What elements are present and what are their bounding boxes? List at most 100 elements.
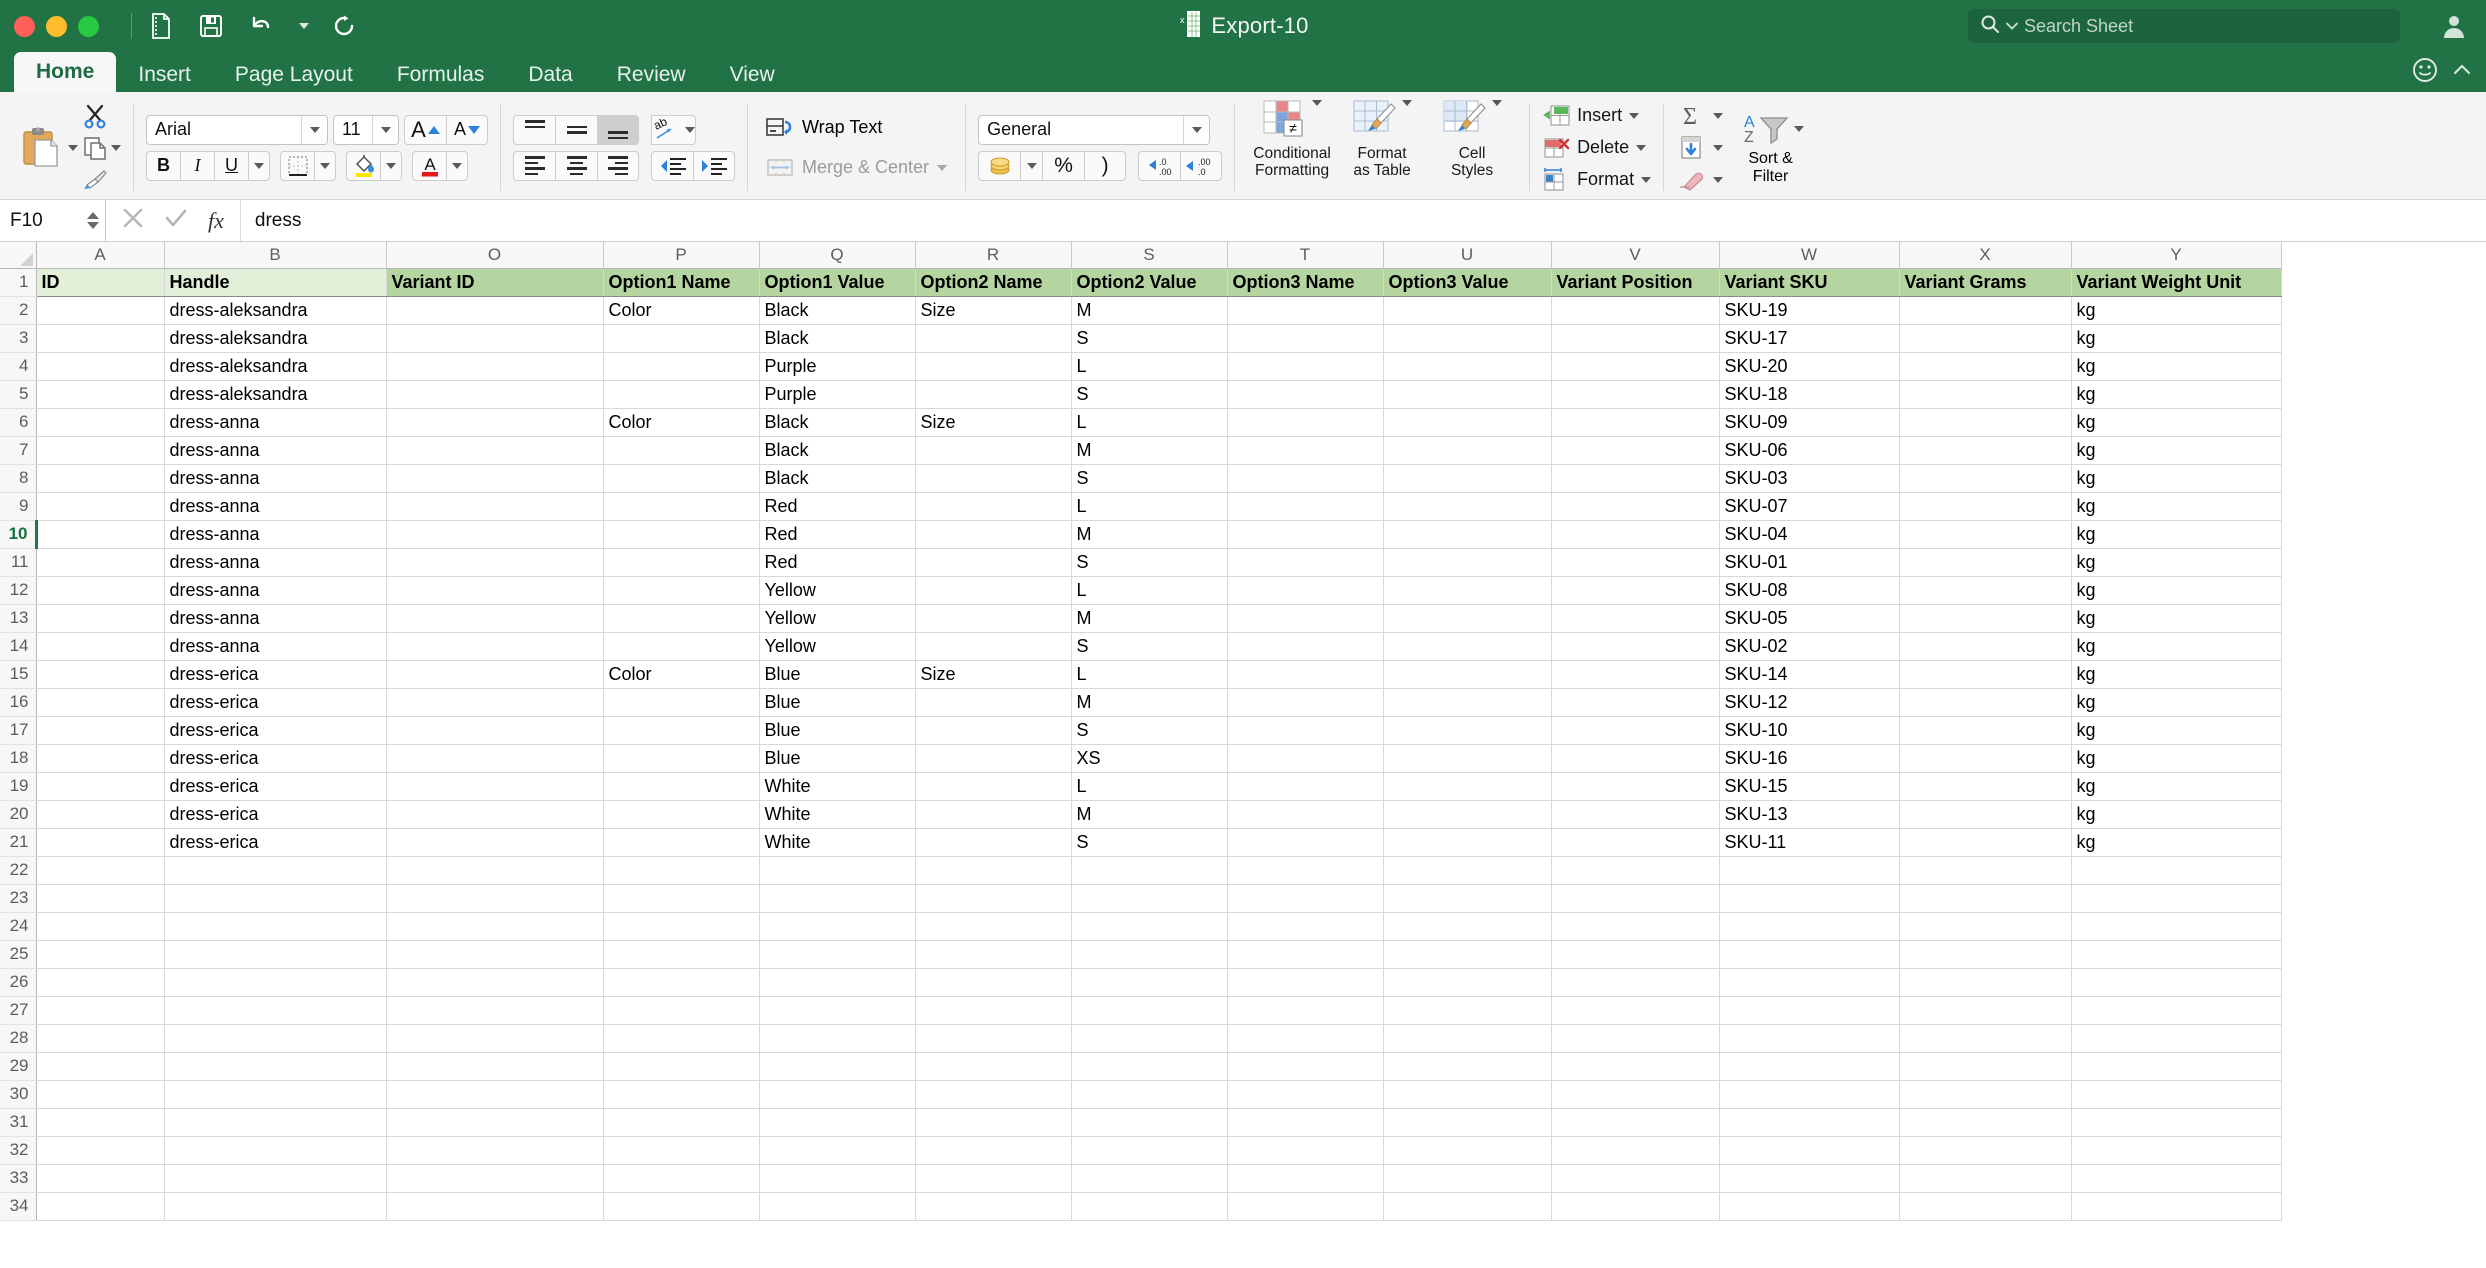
cell-X25[interactable] <box>1899 940 2071 968</box>
cell-S9[interactable]: L <box>1071 492 1227 520</box>
cell-A19[interactable] <box>36 772 164 800</box>
align-bottom-button[interactable] <box>597 115 639 145</box>
cell-O14[interactable] <box>386 632 603 660</box>
cell-U25[interactable] <box>1383 940 1551 968</box>
cell-O13[interactable] <box>386 604 603 632</box>
cell-S14[interactable]: S <box>1071 632 1227 660</box>
cell-A17[interactable] <box>36 716 164 744</box>
cell-T2[interactable] <box>1227 296 1383 324</box>
row-header-34[interactable]: 34 <box>0 1192 36 1220</box>
cell-S27[interactable] <box>1071 996 1227 1024</box>
format-as-table-dropdown-icon[interactable] <box>1402 100 1412 106</box>
save-icon[interactable] <box>196 11 226 41</box>
cell-O18[interactable] <box>386 744 603 772</box>
fill-button[interactable] <box>1676 133 1723 163</box>
cell-P26[interactable] <box>603 968 759 996</box>
cell-X24[interactable] <box>1899 912 2071 940</box>
cell-A31[interactable] <box>36 1108 164 1136</box>
cell-V33[interactable] <box>1551 1164 1719 1192</box>
cell-B21[interactable]: dress-erica <box>164 828 386 856</box>
clear-button[interactable] <box>1676 165 1723 195</box>
cell-P31[interactable] <box>603 1108 759 1136</box>
cell-Q17[interactable]: Blue <box>759 716 915 744</box>
cell-Q2[interactable]: Black <box>759 296 915 324</box>
increase-font-size-button[interactable]: A <box>404 115 446 145</box>
cell-Y19[interactable]: kg <box>2071 772 2281 800</box>
row-header-25[interactable]: 25 <box>0 940 36 968</box>
increase-decimal-button[interactable]: .0.00 <box>1138 151 1180 181</box>
cell-B29[interactable] <box>164 1052 386 1080</box>
cell-Q32[interactable] <box>759 1136 915 1164</box>
redo-icon[interactable] <box>329 11 359 41</box>
cell-Y17[interactable]: kg <box>2071 716 2281 744</box>
cell-O11[interactable] <box>386 548 603 576</box>
row-header-4[interactable]: 4 <box>0 352 36 380</box>
cell-P20[interactable] <box>603 800 759 828</box>
cell-B18[interactable]: dress-erica <box>164 744 386 772</box>
cell-X9[interactable] <box>1899 492 2071 520</box>
cell-Y7[interactable]: kg <box>2071 436 2281 464</box>
align-middle-button[interactable] <box>555 115 597 145</box>
cell-U12[interactable] <box>1383 576 1551 604</box>
cell-T9[interactable] <box>1227 492 1383 520</box>
cell-P21[interactable] <box>603 828 759 856</box>
cell-P19[interactable] <box>603 772 759 800</box>
cell-O33[interactable] <box>386 1164 603 1192</box>
cell-X19[interactable] <box>1899 772 2071 800</box>
cell-T6[interactable] <box>1227 408 1383 436</box>
undo-dropdown-icon[interactable] <box>299 23 309 29</box>
cell-U5[interactable] <box>1383 380 1551 408</box>
autosum-dropdown-icon[interactable] <box>1713 113 1723 119</box>
row-header-31[interactable]: 31 <box>0 1108 36 1136</box>
cell-S20[interactable]: M <box>1071 800 1227 828</box>
cell-T24[interactable] <box>1227 912 1383 940</box>
cell-Q6[interactable]: Black <box>759 408 915 436</box>
format-cells-button[interactable]: Format <box>1542 165 1651 195</box>
maximize-window-button[interactable] <box>78 16 99 37</box>
column-header-B[interactable]: B <box>164 242 386 268</box>
cancel-icon[interactable] <box>122 207 144 234</box>
column-header-O[interactable]: O <box>386 242 603 268</box>
cell-W10[interactable]: SKU-04 <box>1719 520 1899 548</box>
cell-T34[interactable] <box>1227 1192 1383 1220</box>
cell-R33[interactable] <box>915 1164 1071 1192</box>
cell-P12[interactable] <box>603 576 759 604</box>
cell-S5[interactable]: S <box>1071 380 1227 408</box>
cell-Q19[interactable]: White <box>759 772 915 800</box>
cell-U33[interactable] <box>1383 1164 1551 1192</box>
cell-V29[interactable] <box>1551 1052 1719 1080</box>
cell-R25[interactable] <box>915 940 1071 968</box>
cell-V14[interactable] <box>1551 632 1719 660</box>
cell-A34[interactable] <box>36 1192 164 1220</box>
cell-U29[interactable] <box>1383 1052 1551 1080</box>
cell-P8[interactable] <box>603 464 759 492</box>
cell-V9[interactable] <box>1551 492 1719 520</box>
header-cell-P1[interactable]: Option1 Name <box>603 268 759 296</box>
cell-R26[interactable] <box>915 968 1071 996</box>
cell-T27[interactable] <box>1227 996 1383 1024</box>
cell-Q21[interactable]: White <box>759 828 915 856</box>
cell-O24[interactable] <box>386 912 603 940</box>
cell-X23[interactable] <box>1899 884 2071 912</box>
cell-T4[interactable] <box>1227 352 1383 380</box>
cell-W30[interactable] <box>1719 1080 1899 1108</box>
underline-button[interactable]: U <box>214 151 248 181</box>
cell-Y18[interactable]: kg <box>2071 744 2281 772</box>
cell-R8[interactable] <box>915 464 1071 492</box>
cell-Y27[interactable] <box>2071 996 2281 1024</box>
cell-A30[interactable] <box>36 1080 164 1108</box>
cell-R29[interactable] <box>915 1052 1071 1080</box>
cell-R31[interactable] <box>915 1108 1071 1136</box>
cell-X2[interactable] <box>1899 296 2071 324</box>
cell-Q26[interactable] <box>759 968 915 996</box>
cell-S29[interactable] <box>1071 1052 1227 1080</box>
cell-U17[interactable] <box>1383 716 1551 744</box>
cell-B33[interactable] <box>164 1164 386 1192</box>
search-options-chevron-icon[interactable] <box>2006 17 2018 35</box>
cell-V27[interactable] <box>1551 996 1719 1024</box>
cell-B9[interactable]: dress-anna <box>164 492 386 520</box>
align-right-button[interactable] <box>597 151 639 181</box>
cell-Y16[interactable]: kg <box>2071 688 2281 716</box>
header-cell-O1[interactable]: Variant ID <box>386 268 603 296</box>
row-header-27[interactable]: 27 <box>0 996 36 1024</box>
